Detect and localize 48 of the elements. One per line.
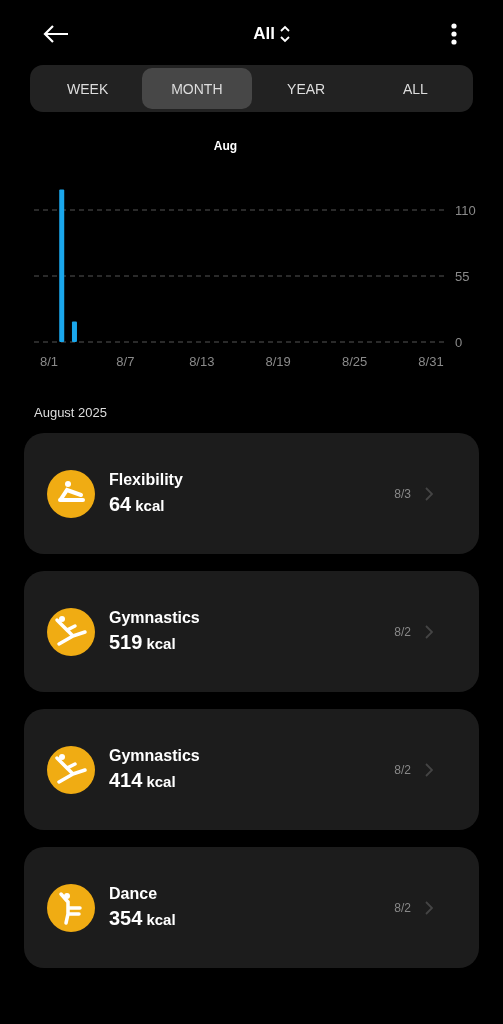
- dancing-figure-icon: [47, 883, 95, 932]
- x-axis-label: 8/1: [39, 354, 59, 369]
- chevron-icon: [425, 762, 433, 777]
- x-axis-label: 8/31: [418, 354, 444, 369]
- period-tab[interactable]: WEEK: [33, 68, 143, 109]
- stretching-figure-icon: [47, 469, 95, 518]
- section-title: August 2025: [34, 405, 108, 420]
- chevron-icon: [425, 624, 433, 639]
- calorie-unit: kcal: [146, 773, 176, 790]
- activity-date: 8/3: [394, 486, 411, 501]
- calorie-value: 519: [109, 631, 143, 654]
- activity-name: Gymnastics: [109, 609, 201, 627]
- header-title[interactable]: All: [253, 24, 275, 44]
- calorie-unit: kcal: [146, 635, 176, 652]
- leaping-figure-icon: [47, 745, 95, 794]
- calorie-value: 414: [109, 769, 143, 792]
- activity-card[interactable]: Gymnastics 519 kcal 8/2: [24, 571, 479, 692]
- activity-card[interactable]: Flexibility 64 kcal 8/3: [24, 433, 479, 554]
- leaping-figure-icon: [47, 607, 95, 656]
- calorie-value: 354: [109, 907, 143, 930]
- chevron-icon: [425, 486, 433, 501]
- back-icon[interactable]: [43, 25, 69, 43]
- period-tab[interactable]: YEAR: [251, 68, 361, 109]
- calorie-unit: kcal: [146, 911, 176, 928]
- chart-bar: [71, 321, 77, 342]
- x-axis-label: 8/7: [116, 354, 135, 369]
- y-axis-label: 110: [455, 203, 476, 218]
- activity-date: 8/2: [394, 624, 411, 639]
- activity-card[interactable]: Gymnastics 414 kcal 8/2: [24, 709, 479, 830]
- x-axis-label: 8/13: [189, 354, 215, 369]
- chevron-icon: [425, 900, 433, 915]
- period-tab[interactable]: ALL: [360, 68, 470, 109]
- period-tab[interactable]: MONTH: [142, 68, 252, 109]
- up-down-icon[interactable]: [278, 24, 291, 44]
- activity-date: 8/2: [394, 762, 411, 777]
- y-axis-label: 0: [455, 335, 463, 350]
- chart-title: Aug: [212, 139, 239, 153]
- x-axis-label: 8/19: [265, 354, 291, 369]
- calorie-unit: kcal: [135, 497, 165, 514]
- activity-name: Dance: [109, 885, 159, 903]
- activity-card[interactable]: Dance 354 kcal 8/2: [24, 847, 479, 968]
- calorie-value: 64: [109, 493, 132, 516]
- activity-date: 8/2: [394, 900, 411, 915]
- activity-name: Gymnastics: [109, 747, 201, 765]
- activity-name: Flexibility: [109, 471, 184, 489]
- y-axis-label: 55: [455, 269, 470, 284]
- x-axis-label: 8/25: [341, 354, 368, 369]
- more-icon[interactable]: [451, 23, 457, 45]
